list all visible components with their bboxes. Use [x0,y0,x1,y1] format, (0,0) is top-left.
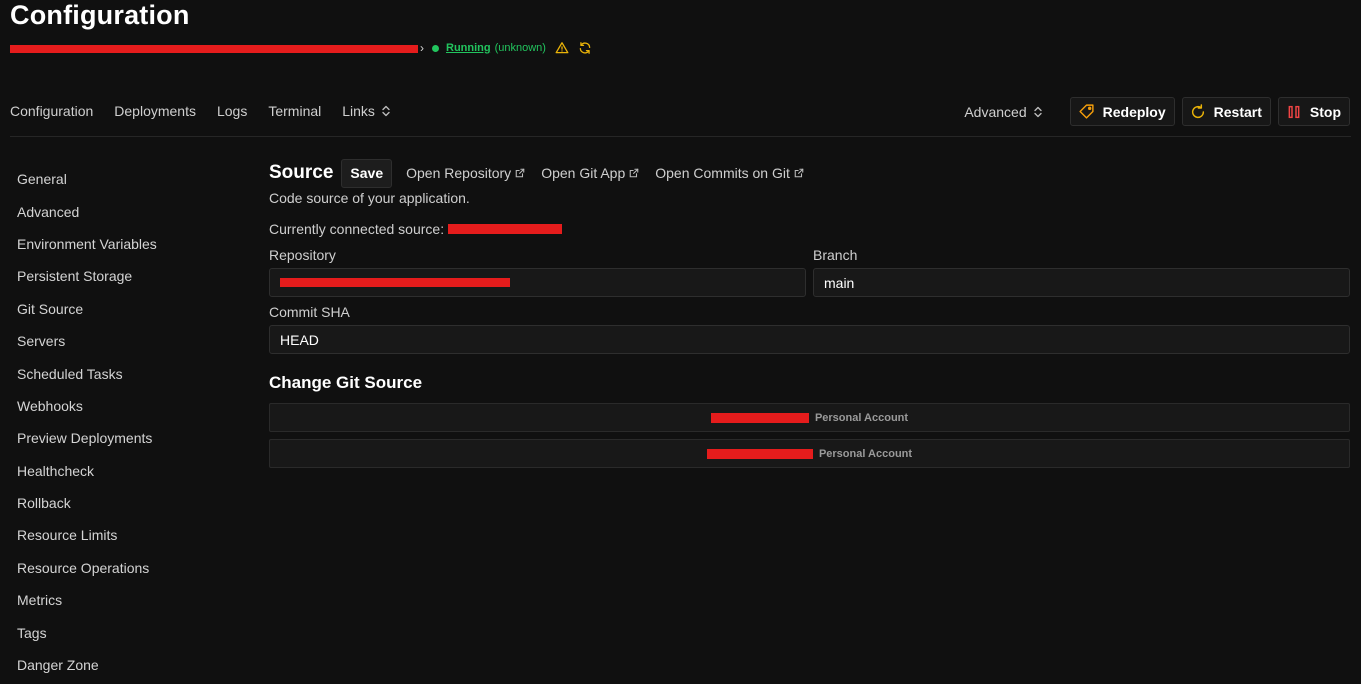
source-header: Source Save Open Repository Open Git App… [269,157,1350,189]
restart-label: Restart [1213,103,1262,120]
page-title: Configuration [10,0,190,30]
top-actions: Advanced Redeploy Restart Stop [964,97,1350,126]
tab-configuration[interactable]: Configuration [10,103,93,119]
sidebar-item-persistent-storage[interactable]: Persistent Storage [17,260,237,292]
advanced-dropdown[interactable]: Advanced [964,104,1042,120]
sidebar-item-preview-deployments[interactable]: Preview Deployments [17,422,237,454]
sidebar-item-servers[interactable]: Servers [17,325,237,357]
breadcrumb-separator: › [420,41,424,55]
repository-input[interactable] [269,268,806,297]
branch-group: Branch main [813,247,1350,297]
repo-branch-row: Repository Branch main [269,247,1350,297]
external-link-icon [629,168,639,178]
external-link-icon [515,168,525,178]
redacted-account-name [710,412,809,423]
repository-group: Repository [269,247,806,297]
account-type: Personal Account [818,447,913,460]
status-link[interactable]: Running [446,42,491,54]
sidebar-item-resource-operations[interactable]: Resource Operations [17,552,237,584]
redacted-repository [280,278,510,287]
open-git-app-label: Open Git App [541,165,626,181]
sidebar-item-advanced[interactable]: Advanced [17,195,237,227]
save-button[interactable]: Save [341,158,393,188]
tab-terminal[interactable]: Terminal [268,103,321,119]
sidebar-item-git-source[interactable]: Git Source [17,293,237,325]
branch-input[interactable]: main [813,268,1350,297]
status-detail: (unknown) [494,42,546,54]
sidebar-item-scheduled-tasks[interactable]: Scheduled Tasks [17,357,237,389]
sidebar-item-general[interactable]: General [17,163,237,195]
source-title: Source [269,162,334,183]
connected-source: Currently connected source: [269,221,1350,237]
nav-divider [10,136,1351,137]
connected-source-label: Currently connected source: [269,221,445,237]
redacted-connected-source [448,224,563,234]
source-subtitle: Code source of your application. [269,190,470,206]
open-repository-label: Open Repository [406,165,512,181]
tab-links-label: Links [342,103,375,119]
external-link-icon [794,168,804,178]
sidebar-item-danger-zone[interactable]: Danger Zone [17,649,237,681]
tab-links[interactable]: Links [342,103,391,119]
advanced-label: Advanced [964,103,1027,120]
tab-deployments[interactable]: Deployments [114,103,196,119]
sidebar-item-metrics[interactable]: Metrics [17,584,237,616]
stop-button[interactable]: Stop [1277,97,1350,126]
tab-logs[interactable]: Logs [217,103,247,119]
redacted-account-name [706,448,813,459]
stop-icon [1288,105,1300,118]
change-git-source-title: Change Git Source [269,373,423,392]
commit-group: Commit SHA HEAD [269,304,1350,354]
restart-icon [1191,103,1204,118]
sidebar-item-resource-limits[interactable]: Resource Limits [17,519,237,551]
restart-button[interactable]: Restart [1181,97,1271,126]
account-type: Personal Account [814,411,909,424]
main-content: Source Save Open Repository Open Git App… [269,157,1350,468]
open-git-app-link[interactable]: Open Git App [541,165,639,181]
reload-icon[interactable] [578,41,592,55]
sidebar-item-environment-variables[interactable]: Environment Variables [17,228,237,260]
warning-icon[interactable] [555,41,569,55]
tag-icon [1079,104,1094,119]
commit-label: Commit SHA [269,304,350,320]
stop-label: Stop [1309,103,1341,120]
sidebar: General Advanced Environment Variables P… [17,163,237,681]
open-commits-link[interactable]: Open Commits on Git [655,165,804,181]
git-account-option[interactable]: Personal Account [269,403,1350,432]
sidebar-item-rollback[interactable]: Rollback [17,487,237,519]
commit-input[interactable]: HEAD [269,325,1350,354]
sidebar-item-healthcheck[interactable]: Healthcheck [17,455,237,487]
open-repository-link[interactable]: Open Repository [406,165,525,181]
breadcrumb: › Running (unknown) [10,40,592,56]
redeploy-label: Redeploy [1102,103,1166,120]
redacted-breadcrumb [10,44,418,53]
chevron-updown-icon [1033,106,1042,117]
top-nav: Configuration Deployments Logs Terminal … [10,103,412,119]
sidebar-item-webhooks[interactable]: Webhooks [17,390,237,422]
redeploy-button[interactable]: Redeploy [1069,97,1175,126]
git-account-option[interactable]: Personal Account [269,439,1350,468]
sidebar-item-tags[interactable]: Tags [17,616,237,648]
status-dot-icon [432,44,439,52]
open-commits-label: Open Commits on Git [655,165,790,181]
repository-label: Repository [269,247,336,263]
branch-label: Branch [813,247,858,263]
chevron-updown-icon [382,105,390,117]
